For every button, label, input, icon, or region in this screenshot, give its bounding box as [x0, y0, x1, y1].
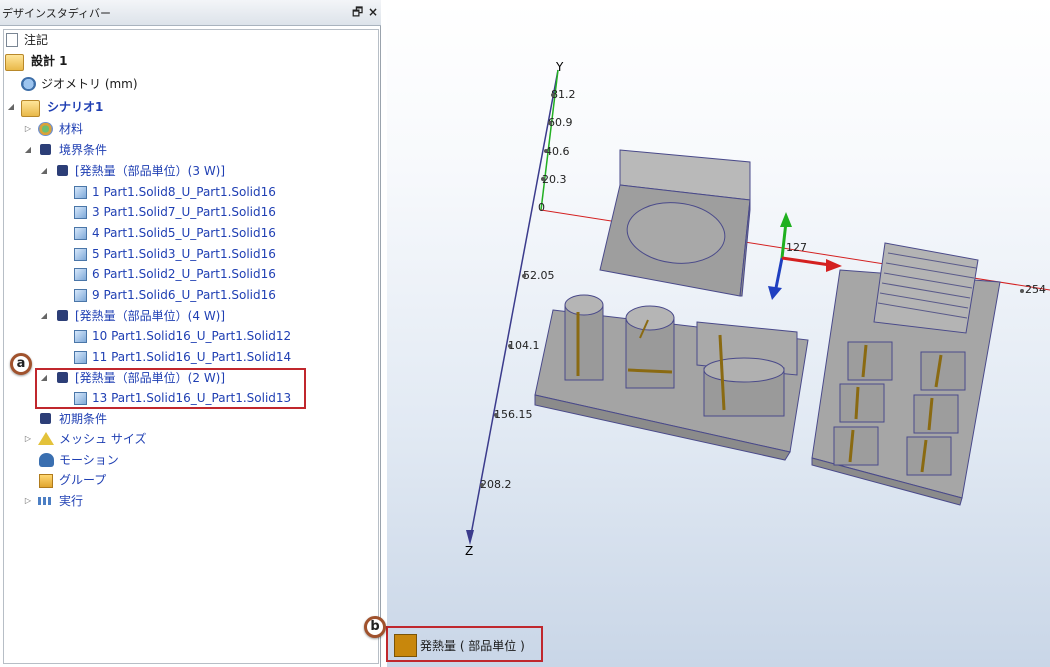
z-axis-arrow — [466, 530, 474, 545]
tree-item-label: [発熱量（部品単位）(3 W)] — [75, 164, 226, 178]
z-tick-label: 208.2 — [480, 478, 512, 491]
tree-item-annotations[interactable]: 注記 — [0, 30, 370, 50]
tree-item-heat-3w[interactable]: ◢ [発熱量（部品単位）(3 W)] — [0, 161, 370, 181]
tree-item-label: グループ — [59, 473, 107, 487]
cylinder-board — [534, 294, 809, 461]
legend-label: 発熱量 ( 部品単位 ) — [420, 639, 525, 653]
y-axis-label: Y — [555, 60, 564, 74]
collapse-arrow-icon[interactable]: ◢ — [39, 161, 49, 181]
tree-item-label: 6 Part1.Solid2_U_Part1.Solid16 — [92, 267, 276, 281]
design-folder-icon — [5, 54, 24, 71]
tree-item-materials[interactable]: ▷ 材料 — [0, 119, 370, 139]
close-icon[interactable]: × — [368, 4, 378, 20]
tree-item-label: モーション — [59, 453, 119, 467]
part-cube-icon — [74, 351, 87, 364]
scenario-icon — [21, 100, 40, 117]
tree-item-run[interactable]: ▷ 実行 — [0, 491, 370, 511]
chip-board — [811, 242, 1001, 506]
tree-item-label: 5 Part1.Solid3_U_Part1.Solid16 — [92, 247, 276, 261]
materials-icon — [38, 122, 53, 136]
z-tick-label: 52.05 — [523, 269, 555, 282]
callout-badge-a: a — [10, 353, 32, 375]
group-icon — [39, 474, 53, 488]
tree-item-label: [発熱量（部品単位）(4 W)] — [75, 309, 226, 323]
expand-arrow-icon[interactable]: ▷ — [23, 429, 33, 449]
expand-arrow-icon[interactable]: ▷ — [23, 491, 33, 511]
model-view: Y Z 81.2 60.9 40.6 20.3 0 52.05 104.1 15… — [465, 60, 1050, 558]
legend-color-swatch — [394, 634, 417, 657]
z-tick-label: 104.1 — [508, 339, 540, 352]
tree-item-heat-4w[interactable]: ◢ [発熱量（部品単位）(4 W)] — [0, 306, 370, 326]
heat-load-icon — [57, 310, 68, 321]
y-tick-label: 20.3 — [542, 173, 567, 186]
tree-item-scenario[interactable]: ◢ シナリオ1 — [0, 97, 370, 117]
tree-item-label: 注記 — [24, 33, 49, 47]
tree-item-part[interactable]: 10 Part1.Solid16_U_Part1.Solid12 — [0, 326, 370, 346]
design-study-panel: デザインスタディバー 🗗 × 注記 設計 1 ジオメトリ (mm) ◢ シナリオ… — [0, 0, 381, 667]
panel-title: デザインスタディバー — [2, 7, 112, 20]
tree-item-part[interactable]: 3 Part1.Solid7_U_Part1.Solid16 — [0, 202, 370, 222]
collapse-arrow-icon[interactable]: ◢ — [6, 97, 16, 117]
tree-item-part[interactable]: 11 Part1.Solid16_U_Part1.Solid14 — [0, 347, 370, 367]
tree-item-group[interactable]: グループ — [0, 470, 370, 490]
x-tick-label: 127 — [786, 241, 807, 254]
mesh-icon — [38, 432, 54, 445]
part-cube-icon — [74, 227, 87, 240]
collapse-arrow-icon[interactable]: ◢ — [23, 140, 33, 160]
initial-condition-icon — [40, 413, 51, 424]
tree-item-label: 1 Part1.Solid8_U_Part1.Solid16 — [92, 185, 276, 199]
tree-item-part[interactable]: 1 Part1.Solid8_U_Part1.Solid16 — [0, 182, 370, 202]
part-cube-icon — [74, 289, 87, 302]
run-icon — [38, 497, 53, 505]
z-tick-label: 156.15 — [494, 408, 533, 421]
tree-item-part[interactable]: 9 Part1.Solid6_U_Part1.Solid16 — [0, 285, 370, 305]
callout-badge-b: b — [364, 616, 386, 638]
tree-item-label: シナリオ1 — [47, 100, 104, 114]
tree-item-label: 3 Part1.Solid7_U_Part1.Solid16 — [92, 205, 276, 219]
z-axis-line — [469, 69, 559, 541]
3d-viewport[interactable]: Y Z 81.2 60.9 40.6 20.3 0 52.05 104.1 15… — [387, 2, 1050, 667]
geometry-icon — [21, 77, 36, 91]
part-cube-icon — [74, 248, 87, 261]
top-block — [599, 149, 751, 297]
tree-item-part[interactable]: 4 Part1.Solid5_U_Part1.Solid16 — [0, 223, 370, 243]
part-cube-icon — [74, 206, 87, 219]
tree-item-label: 設計 1 — [31, 54, 68, 68]
motion-icon — [39, 453, 54, 467]
tree-item-geometry[interactable]: ジオメトリ (mm) — [0, 74, 370, 94]
tree-item-label: メッシュ サイズ — [59, 432, 147, 446]
tree-item-label: ジオメトリ (mm) — [41, 77, 138, 91]
y-tick-label: 0 — [538, 201, 545, 214]
tree-item-part[interactable]: 6 Part1.Solid2_U_Part1.Solid16 — [0, 264, 370, 284]
part-cube-icon — [74, 330, 87, 343]
tree-item-part[interactable]: 5 Part1.Solid3_U_Part1.Solid16 — [0, 244, 370, 264]
panel-header: デザインスタディバー 🗗 × — [0, 0, 381, 26]
heat-legend: 発熱量 ( 部品単位 ) — [386, 626, 543, 662]
tree-item-label: 実行 — [59, 494, 84, 508]
y-tick-label: 40.6 — [545, 145, 570, 158]
tree-item-label: 初期条件 — [59, 412, 108, 426]
tree-item-label: 10 Part1.Solid16_U_Part1.Solid12 — [92, 329, 292, 343]
tree-item-boundary-conditions[interactable]: ◢ 境界条件 — [0, 140, 370, 160]
tree-item-design[interactable]: 設計 1 — [0, 51, 370, 71]
tree-item-mesh-size[interactable]: ▷ メッシュ サイズ — [0, 429, 370, 449]
tree-item-motion[interactable]: モーション — [0, 450, 370, 470]
tree-item-label: 材料 — [59, 122, 84, 136]
float-window-icon[interactable]: 🗗 — [352, 4, 363, 20]
tree-item-label: 9 Part1.Solid6_U_Part1.Solid16 — [92, 288, 276, 302]
x-tick-label: 254 — [1025, 283, 1046, 296]
z-axis-label: Z — [465, 544, 473, 558]
tree-item-label: 11 Part1.Solid16_U_Part1.Solid14 — [92, 350, 292, 364]
part-cube-icon — [74, 186, 87, 199]
part-cube-icon — [74, 268, 87, 281]
boundary-condition-icon — [40, 144, 51, 155]
note-icon — [6, 33, 18, 47]
tree-item-label: 境界条件 — [59, 143, 108, 157]
tree-item-label: 4 Part1.Solid5_U_Part1.Solid16 — [92, 226, 276, 240]
collapse-arrow-icon[interactable]: ◢ — [39, 306, 49, 326]
expand-arrow-icon[interactable]: ▷ — [23, 119, 33, 139]
highlight-box-a — [35, 368, 306, 409]
heat-load-icon — [57, 165, 68, 176]
tree-item-initial-conditions[interactable]: 初期条件 — [0, 409, 370, 429]
